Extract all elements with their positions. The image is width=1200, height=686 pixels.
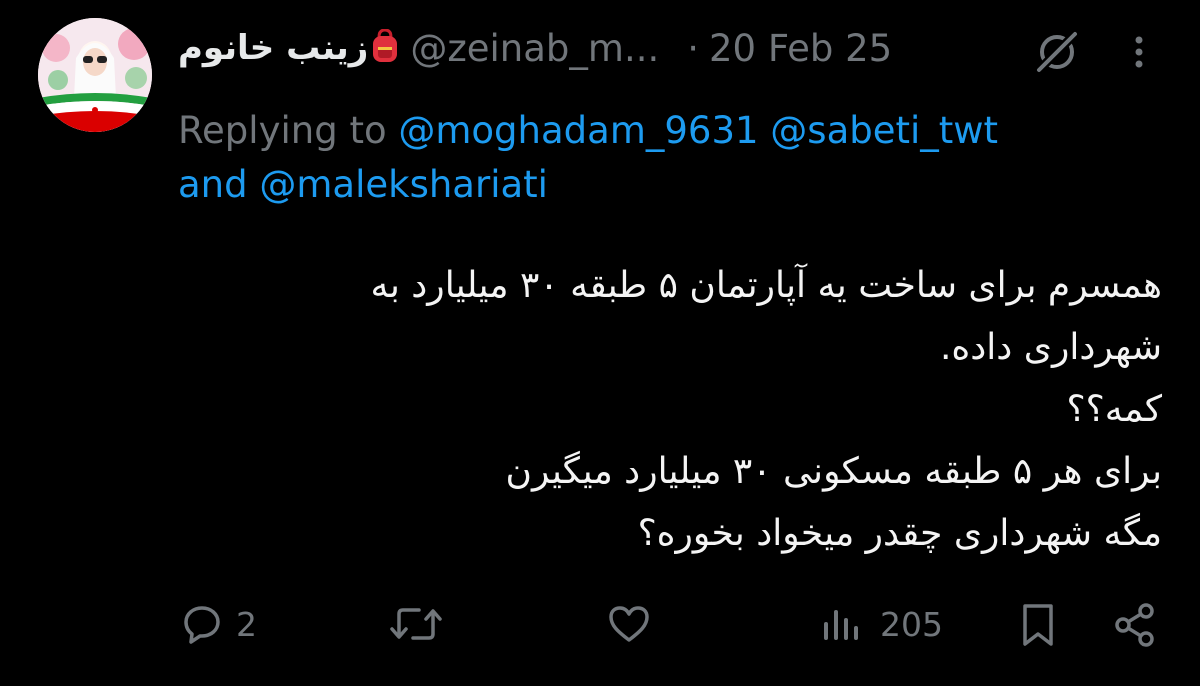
backpack-emoji-icon	[370, 28, 400, 67]
tweet-text-line: همسرم برای ساخت یه آپارتمان ۵ طبقه ۳۰ می…	[370, 265, 1162, 306]
tweet-text-line: کمه؟؟	[1066, 389, 1162, 430]
user-handle[interactable]: @zeinab_m...	[410, 27, 659, 70]
tweet-body: همسرم برای ساخت یه آپارتمان ۵ طبقه ۳۰ می…	[262, 255, 1162, 565]
mention-link[interactable]: @moghadam_9631	[398, 109, 758, 152]
analytics-icon	[824, 610, 858, 640]
views-button[interactable]: 205	[818, 600, 943, 648]
action-bar: 2 205	[0, 600, 1200, 656]
avatar[interactable]	[38, 18, 152, 132]
tweet-text-line: برای هر ۵ طبقه مسکونی ۳۰ میلیارد میگیرن	[505, 451, 1162, 492]
more-vertical-icon	[1135, 36, 1143, 68]
share-button[interactable]	[1110, 600, 1160, 650]
retweet-button[interactable]	[389, 600, 443, 648]
replying-to-line: Replying to @moghadam_9631 @sabeti_twt a…	[178, 104, 1138, 212]
display-name[interactable]: زینب خانوم	[178, 28, 368, 68]
grok-icon	[1033, 28, 1081, 76]
bookmark-button[interactable]	[1016, 600, 1060, 650]
tweet-text-line: مگه شهرداری چقدر میخواد بخوره؟	[637, 513, 1162, 554]
grok-button[interactable]	[1032, 27, 1082, 81]
reply-count: 2	[236, 604, 257, 644]
reply-button[interactable]: 2	[178, 600, 257, 648]
mention-link[interactable]: @malekshariati	[259, 163, 548, 206]
mention-link[interactable]: @sabeti_twt	[770, 109, 998, 152]
replying-to-label: Replying to	[178, 109, 387, 152]
bookmark-icon	[1023, 604, 1053, 646]
heart-icon	[609, 606, 649, 642]
view-count: 205	[880, 604, 943, 644]
reply-icon	[184, 606, 220, 644]
avatar-image	[38, 18, 152, 132]
share-icon	[1115, 603, 1154, 647]
tweet-text-line: شهرداری داده.	[939, 327, 1162, 368]
tweet-header: زینب خانوم @zeinab_m... · 20 Feb 25	[178, 22, 892, 74]
more-button[interactable]	[1126, 34, 1152, 78]
mention-joiner: and	[178, 163, 248, 206]
like-button[interactable]	[605, 600, 653, 648]
retweet-icon	[390, 608, 442, 640]
tweet-date[interactable]: 20 Feb 25	[709, 27, 892, 70]
separator-dot: ·	[687, 26, 699, 70]
